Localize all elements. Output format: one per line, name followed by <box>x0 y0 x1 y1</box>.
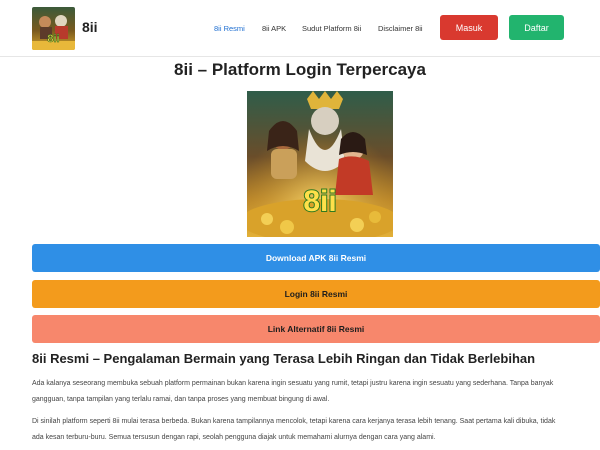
daftar-button[interactable]: Daftar <box>509 15 564 40</box>
hero-logo-text: 8ii <box>303 185 336 218</box>
site-header: 8ii 8ii 8ii Resmi 8ii APK Sudut Platform… <box>0 0 600 57</box>
section-heading: 8ii Resmi – Pengalaman Bermain yang Tera… <box>32 351 536 366</box>
masuk-button[interactable]: Masuk <box>440 15 498 40</box>
paragraph-1-line-1: Ada kalanya seseorang membuka sebuah pla… <box>32 380 554 387</box>
logo-text: 8ii <box>47 33 59 45</box>
login-button[interactable]: Login 8ii Resmi <box>32 280 600 308</box>
link-alternatif-button[interactable]: Link Alternatif 8ii Resmi <box>32 315 600 343</box>
logo-artwork: 8ii <box>32 7 75 50</box>
nav-item-disclaimer[interactable]: Disclaimer 8ii <box>378 24 423 33</box>
hero-image: 8ii <box>247 91 393 237</box>
paragraph-2: Di sinilah platform seperti 8ii mulai te… <box>32 414 600 446</box>
nav-item-sudut-platform[interactable]: Sudut Platform 8ii <box>302 24 361 33</box>
site-logo[interactable]: 8ii <box>32 7 75 50</box>
nav-item-8ii-apk[interactable]: 8ii APK <box>262 24 286 33</box>
paragraph-1-line-2: gangguan, tanpa tampilan yang terlalu ra… <box>32 396 330 403</box>
paragraph-2-line-1: Di sinilah platform seperti 8ii mulai te… <box>32 418 556 425</box>
hero-artwork: 8ii <box>247 91 393 237</box>
download-apk-button[interactable]: Download APK 8ii Resmi <box>32 244 600 272</box>
paragraph-2-line-2: ada kesan terburu-buru. Semua tersusun d… <box>32 434 436 441</box>
nav-item-8ii-resmi[interactable]: 8ii Resmi <box>214 24 245 33</box>
paragraph-1: Ada kalanya seseorang membuka sebuah pla… <box>32 376 600 408</box>
page-title: 8ii – Platform Login Terpercaya <box>174 60 426 79</box>
brand-name[interactable]: 8ii <box>82 19 98 35</box>
